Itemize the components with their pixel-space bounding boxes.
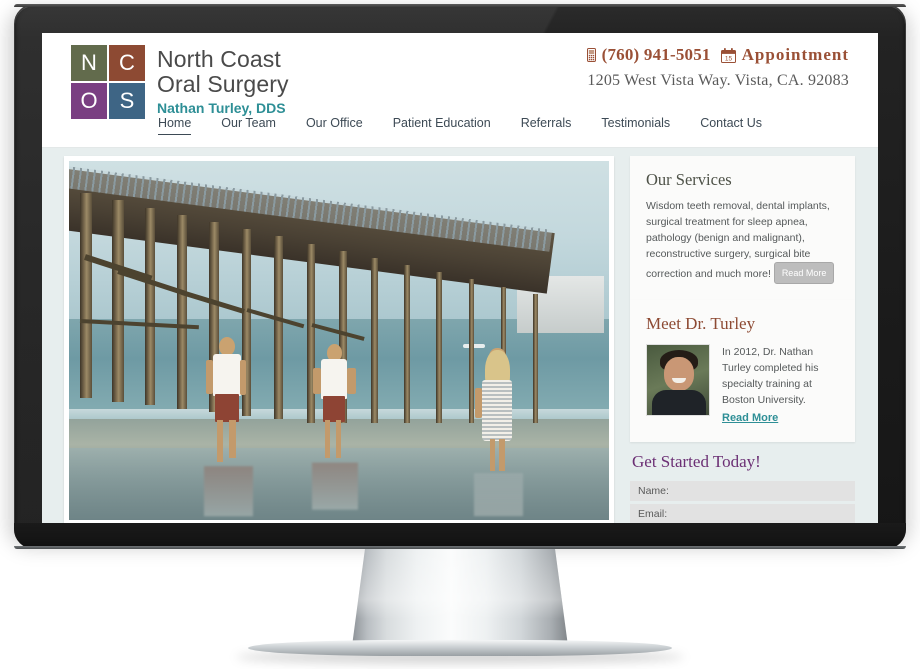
svg-text:15: 15 [725, 55, 733, 62]
doctor-row: In 2012, Dr. Nathan Turley completed his… [646, 344, 839, 426]
doctor-panel: Meet Dr. Turley In 2012, Dr. Nathan Turl… [630, 300, 855, 442]
nav-item-referrals[interactable]: Referrals [521, 116, 572, 135]
photo-piling [533, 293, 538, 424]
hero-beach-photo [69, 161, 609, 520]
photo-piling [79, 193, 93, 398]
photo-piling [112, 200, 124, 402]
photo-piling [371, 257, 379, 424]
logo-cell-s: S [109, 83, 145, 119]
photo-reflection [474, 473, 523, 517]
site-header: N C O S North Coast Oral Surgery Nathan … [42, 33, 878, 148]
logo-tagline: Nathan Turley, DDS [157, 100, 286, 116]
contact-row: (760) 941-5051 15 Appointment [586, 45, 849, 65]
site-logo[interactable]: N C O S North Coast Oral Surgery Nathan … [71, 45, 289, 119]
nav-item-contact-us[interactable]: Contact Us [700, 116, 762, 135]
form-field-email[interactable]: Email: [630, 504, 855, 523]
site-main: Our Services Wisdom teeth removal, denta… [42, 148, 878, 523]
logo-line-2: Oral Surgery [157, 71, 289, 97]
appointment-link[interactable]: 15 Appointment [720, 45, 849, 65]
website-viewport: N C O S North Coast Oral Surgery Nathan … [42, 33, 878, 523]
mobile-phone-icon [586, 48, 596, 62]
form-title: Get Started Today! [632, 452, 761, 471]
logo-cell-c: C [109, 45, 145, 81]
header-contact-block: (760) 941-5051 15 Appointment 1205 West … [586, 45, 849, 90]
sidebar: Our Services Wisdom teeth removal, denta… [630, 156, 855, 523]
contact-form-panel: Get Started Today! Name: Email: Telephon… [630, 442, 855, 523]
office-address: 1205 West Vista Way. Vista, CA. 92083 [587, 72, 849, 89]
doctor-text-col: In 2012, Dr. Nathan Turley completed his… [722, 344, 839, 426]
nav-item-testimonials[interactable]: Testimonials [601, 116, 670, 135]
appointment-label: Appointment [741, 45, 849, 64]
doctor-photo [646, 344, 710, 416]
main-navigation: Home Our Team Our Office Patient Educati… [42, 116, 878, 135]
logo-letter-grid: N C O S [71, 45, 145, 119]
screenshot-stage: N C O S North Coast Oral Surgery Nathan … [0, 0, 920, 669]
photo-piling [403, 265, 411, 424]
calendar-icon: 15 [720, 47, 736, 63]
logo-line-1: North Coast [157, 46, 281, 72]
hero-banner[interactable] [64, 156, 614, 523]
services-body: Wisdom teeth removal, dental implants, s… [646, 198, 839, 284]
photo-child-left [204, 336, 253, 466]
photo-piling [274, 236, 283, 420]
doctor-title: Meet Dr. Turley [646, 314, 756, 333]
nav-item-our-team[interactable]: Our Team [221, 116, 276, 135]
monitor-screen: N C O S North Coast Oral Surgery Nathan … [42, 33, 878, 523]
nav-item-our-office[interactable]: Our Office [306, 116, 363, 135]
nav-item-home[interactable]: Home [157, 116, 192, 135]
monitor-stand-sheen [352, 549, 568, 646]
monitor-top-highlight [14, 4, 906, 7]
phone-link[interactable]: (760) 941-5051 [586, 45, 711, 65]
photo-piling [436, 272, 443, 424]
phone-number: (760) 941-5051 [601, 45, 711, 64]
photo-child-right [474, 347, 523, 474]
photo-reflection [204, 466, 253, 517]
monitor-chin-highlight [14, 546, 906, 549]
services-title: Our Services [646, 170, 732, 189]
photo-piling [144, 207, 156, 406]
services-panel: Our Services Wisdom teeth removal, denta… [630, 156, 855, 300]
monitor-stand-base [248, 640, 672, 656]
doctor-body: In 2012, Dr. Nathan Turley completed his… [722, 346, 819, 406]
doctor-read-more-link[interactable]: Read More [722, 412, 778, 424]
nav-item-patient-education[interactable]: Patient Education [393, 116, 491, 135]
form-field-name[interactable]: Name: [630, 481, 855, 501]
photo-reflection [312, 462, 358, 510]
photo-piling [177, 214, 188, 409]
services-read-more-button[interactable]: Read More [773, 262, 835, 284]
logo-wordmark: North Coast Oral Surgery Nathan Turley, … [157, 45, 289, 117]
photo-child-center [312, 344, 358, 462]
logo-cell-n: N [71, 45, 107, 81]
logo-cell-o: O [71, 83, 107, 119]
